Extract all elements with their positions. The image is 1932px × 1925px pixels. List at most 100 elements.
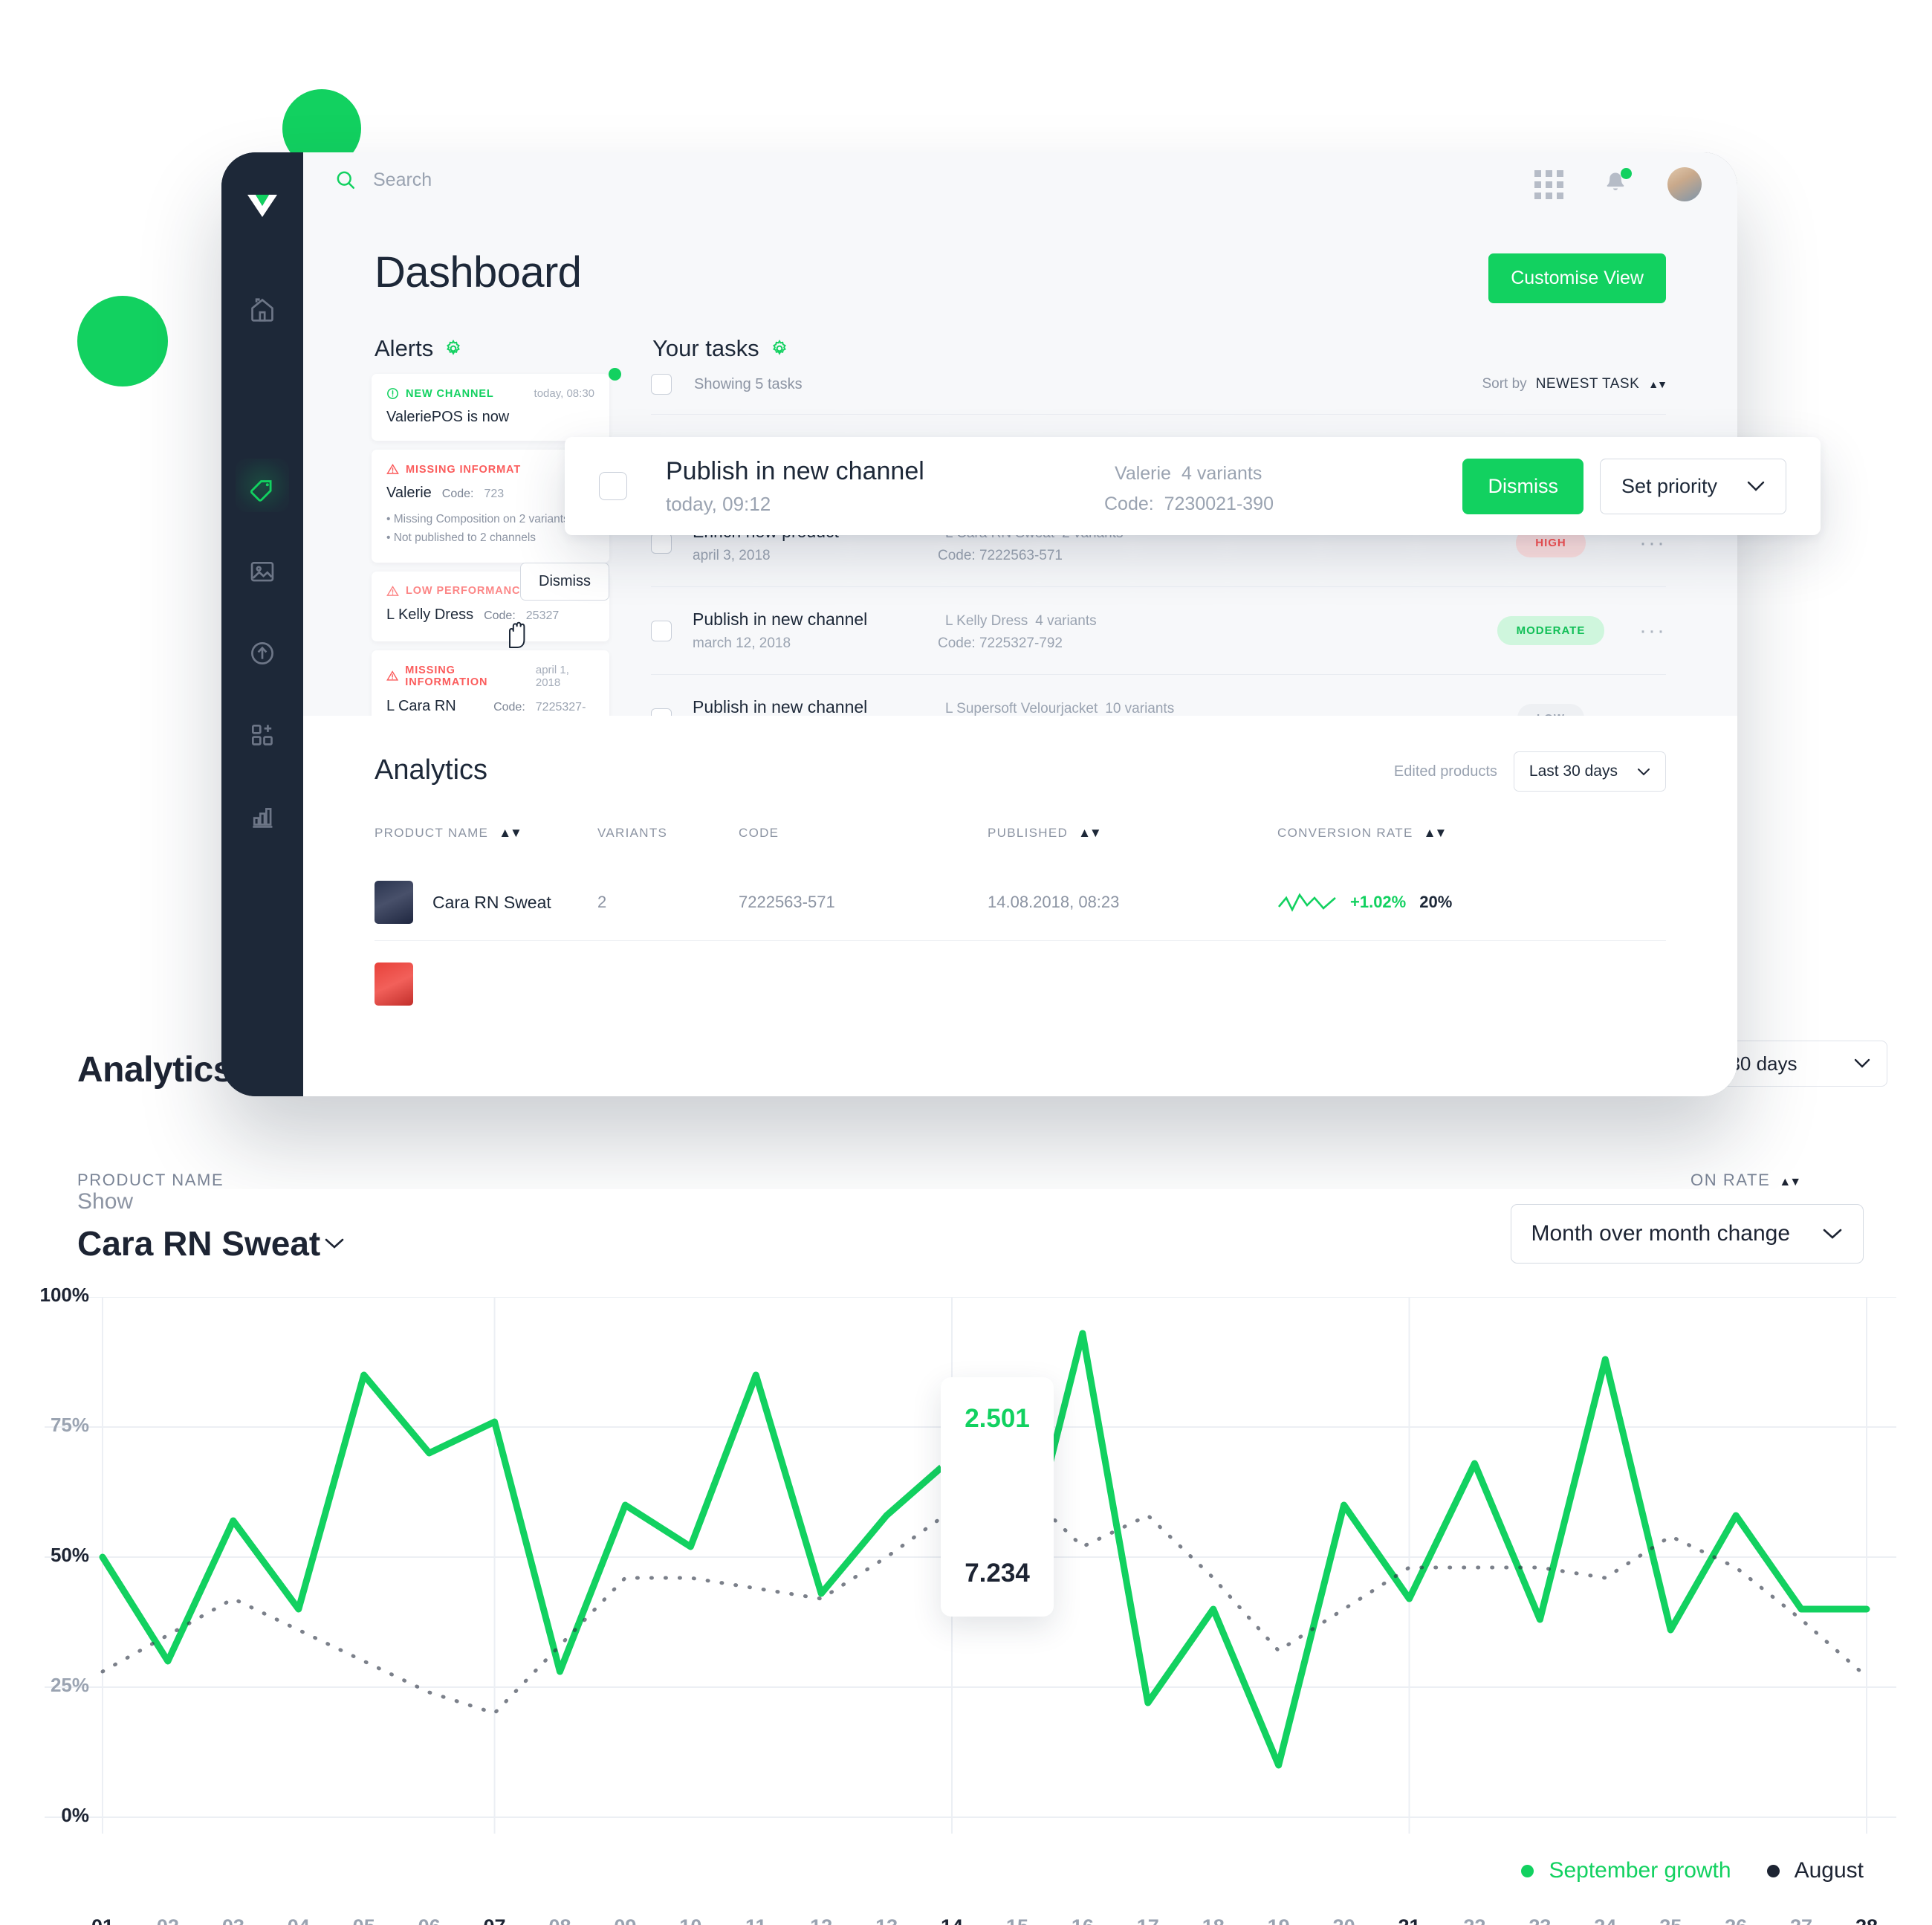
inner-analytics-controls: Edited products Last 30 days bbox=[1394, 751, 1666, 792]
sidebar-item-home[interactable] bbox=[221, 279, 303, 341]
sort-by-value: NEWEST TASK bbox=[1535, 376, 1640, 392]
task-checkbox[interactable] bbox=[651, 620, 672, 641]
sidebar-item-add-module[interactable] bbox=[221, 704, 303, 766]
inner-analytics-row[interactable] bbox=[375, 946, 1666, 1022]
x-axis-tick: 20 bbox=[1333, 1915, 1355, 1925]
warning-triangle-icon bbox=[386, 463, 399, 474]
gear-icon[interactable] bbox=[444, 339, 463, 358]
x-axis-tick: 13 bbox=[875, 1915, 898, 1925]
legend-item-september[interactable]: September growth bbox=[1521, 1858, 1731, 1883]
task-date: march 12, 2018 bbox=[693, 635, 791, 651]
y-axis-tick: 50% bbox=[50, 1544, 89, 1566]
floating-task-code: Code: 7230021-390 bbox=[1104, 493, 1274, 514]
dashboard-content: Dashboard Customise View Alerts Your tas… bbox=[303, 218, 1737, 1096]
x-axis-tick: 22 bbox=[1463, 1915, 1485, 1925]
sidebar-item-reports[interactable] bbox=[221, 786, 303, 848]
x-axis-tick: 06 bbox=[418, 1915, 441, 1925]
legend-label: August bbox=[1794, 1858, 1864, 1883]
task-more-icon[interactable]: ··· bbox=[1621, 618, 1666, 644]
topbar-actions bbox=[1534, 167, 1702, 201]
header-conversion-rate[interactable]: CONVERSION RATE ▲▼ bbox=[1277, 826, 1666, 841]
legend-item-august[interactable]: August bbox=[1766, 1858, 1864, 1883]
sort-arrows-icon: ▲▼ bbox=[499, 826, 522, 840]
gear-icon[interactable] bbox=[770, 339, 789, 358]
tasks-heading: Your tasks bbox=[652, 335, 789, 362]
alert-card[interactable]: LOW PERFORMANCE L Kelly Dress Code: 2532… bbox=[372, 562, 609, 648]
inner-analytics-row[interactable]: Cara RN Sweat 2 7222563-571 14.08.2018, … bbox=[375, 864, 1666, 941]
sort-arrows-icon: ▲▼ bbox=[1423, 826, 1448, 840]
y-axis-tick: 0% bbox=[61, 1804, 89, 1826]
home-icon bbox=[251, 298, 273, 322]
grid-apps-icon[interactable] bbox=[1534, 169, 1563, 199]
inner-analytics-table-header: PRODUCT NAME ▲▼ VARIANTS CODE PUBLISHED … bbox=[375, 826, 1666, 841]
search-bar[interactable]: Search bbox=[334, 169, 432, 191]
x-axis-tick: 01 bbox=[91, 1915, 114, 1925]
chart-product-selector[interactable]: Cara RN Sweat bbox=[77, 1223, 346, 1264]
task-checkbox[interactable] bbox=[651, 532, 672, 554]
legend-label: September growth bbox=[1549, 1858, 1731, 1883]
x-axis-tick: 26 bbox=[1725, 1915, 1747, 1925]
x-axis-tick: 23 bbox=[1529, 1915, 1551, 1925]
alert-title: Valerie bbox=[386, 485, 432, 501]
warning-triangle-icon bbox=[386, 670, 399, 681]
alert-tag: LOW PERFORMANCE bbox=[386, 585, 528, 598]
header-published[interactable]: PUBLISHED ▲▼ bbox=[988, 826, 1277, 841]
sidebar-item-products[interactable] bbox=[221, 459, 303, 521]
alerts-heading: Alerts bbox=[375, 335, 463, 362]
alert-tag: MISSING INFORMATION bbox=[386, 664, 536, 688]
alert-dismiss-button[interactable]: Dismiss bbox=[520, 562, 609, 601]
x-axis-tick: 10 bbox=[679, 1915, 701, 1925]
row-code: 7222563-571 bbox=[739, 893, 835, 911]
app-logo[interactable] bbox=[221, 175, 303, 237]
avatar[interactable] bbox=[1667, 167, 1702, 201]
customise-view-button[interactable]: Customise View bbox=[1488, 253, 1666, 303]
row-pct: 20% bbox=[1419, 893, 1453, 911]
sort-by-label: Sort by bbox=[1482, 376, 1527, 392]
sidebar-item-media[interactable] bbox=[221, 540, 303, 603]
priority-badge: MODERATE bbox=[1497, 616, 1605, 645]
tasks-sort-control[interactable]: Sort by NEWEST TASK ▲▼ bbox=[1482, 376, 1667, 392]
set-priority-label: Set priority bbox=[1621, 474, 1717, 497]
alert-bullets: • Missing Composition on 2 variants • No… bbox=[386, 511, 594, 548]
x-axis-tick: 11 bbox=[745, 1915, 767, 1925]
inner-range-dropdown[interactable]: Last 30 days bbox=[1513, 751, 1666, 792]
x-axis-tick: 16 bbox=[1072, 1915, 1094, 1925]
chevron-down-icon bbox=[325, 1238, 344, 1249]
x-axis-tick: 17 bbox=[1137, 1915, 1159, 1925]
tasks-toolbar: Showing 5 tasks Sort by NEWEST TASK ▲▼ bbox=[651, 374, 1667, 415]
x-axis-tick: 21 bbox=[1398, 1915, 1420, 1925]
alert-card[interactable]: NEW CHANNEL today, 08:30 ValeriePOS is n… bbox=[372, 368, 621, 441]
upload-circle-icon bbox=[251, 642, 273, 664]
product-thumbnail bbox=[375, 881, 413, 924]
select-all-checkbox[interactable] bbox=[651, 374, 672, 395]
task-variants: 4 variants bbox=[1035, 613, 1097, 629]
floating-task-time: today, 09:12 bbox=[666, 492, 771, 515]
bell-icon[interactable] bbox=[1602, 167, 1632, 200]
task-title: Publish in new channel bbox=[693, 609, 868, 629]
floating-task-checkbox[interactable] bbox=[599, 472, 627, 500]
header-code: CODE bbox=[739, 826, 779, 840]
x-axis-tick: 02 bbox=[157, 1915, 179, 1925]
row-product-name: Cara RN Sweat bbox=[432, 892, 551, 912]
floating-dismiss-button[interactable]: Dismiss bbox=[1462, 458, 1583, 514]
tooltip-dark-value: 7.234 bbox=[965, 1559, 1030, 1588]
floating-task-variants: 4 variants bbox=[1181, 462, 1262, 484]
inner-range-value: Last 30 days bbox=[1529, 763, 1618, 780]
task-date: april 3, 2018 bbox=[693, 548, 771, 563]
search-input[interactable]: Search bbox=[373, 169, 432, 191]
x-axis-tick: 03 bbox=[222, 1915, 244, 1925]
v-logo-icon bbox=[247, 195, 277, 217]
add-module-icon bbox=[251, 724, 273, 745]
floating-set-priority-button[interactable]: Set priority bbox=[1599, 458, 1786, 514]
x-axis-tick: 14 bbox=[941, 1915, 963, 1925]
row-variants: 2 bbox=[597, 893, 607, 911]
background-header-product-name: PRODUCT NAME bbox=[77, 1171, 224, 1189]
chart-legend: September growth August bbox=[1521, 1858, 1864, 1883]
sidebar-item-upload[interactable] bbox=[221, 622, 303, 685]
task-row[interactable]: Publish in new channel march 12, 2018 L … bbox=[651, 587, 1666, 675]
sort-arrows-icon: ▲▼ bbox=[1078, 826, 1102, 840]
x-axis-tick: 19 bbox=[1268, 1915, 1290, 1925]
header-product-name[interactable]: PRODUCT NAME ▲▼ bbox=[375, 826, 597, 841]
chart-mode-dropdown[interactable]: Month over month change bbox=[1511, 1204, 1864, 1264]
floating-task-card[interactable]: Publish in new channel today, 09:12 Vale… bbox=[565, 437, 1821, 535]
